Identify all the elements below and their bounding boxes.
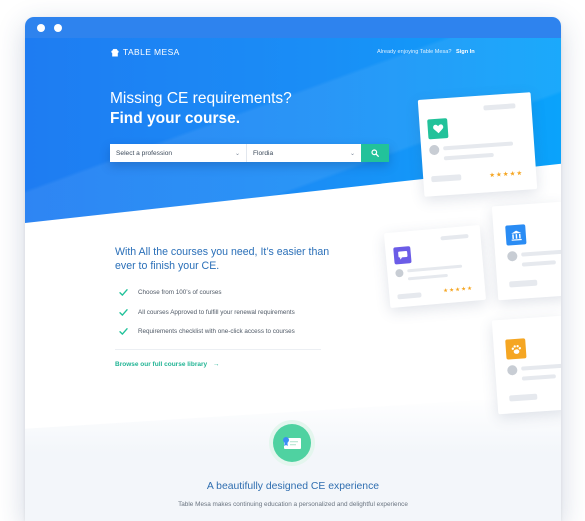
certificate-icon (283, 437, 301, 449)
list-item-label: Choose from 100’s of courses (138, 289, 222, 297)
card-bar (407, 264, 463, 273)
card-icon-tile (393, 246, 412, 265)
hero-subheadline: Find your course. (110, 110, 241, 127)
card-bar (443, 152, 494, 161)
list-item: Requirements checklist with one-click ac… (119, 322, 295, 342)
list-item-label: All courses Approved to fulfill your ren… (138, 308, 295, 316)
window-chrome (25, 17, 561, 38)
feature-checklist: Choose from 100’s of courses All courses… (119, 283, 295, 342)
feature-description: Table Mesa makes continuing education a … (178, 501, 408, 508)
card-bar (431, 174, 462, 183)
avatar (428, 144, 440, 156)
section-divider (115, 349, 321, 350)
card-bar (440, 233, 469, 241)
browser-window: TABLE MESA Already enjoying Table Mesa? … (25, 17, 561, 521)
chevron-down-icon: ⌄ (234, 150, 240, 157)
profession-select[interactable]: Select a profession ⌄ (110, 144, 247, 162)
course-card-3[interactable] (491, 201, 561, 301)
signin-prompt: Already enjoying Table Mesa? (377, 49, 452, 55)
course-search-bar: Select a profession ⌄ Flordia ⌄ (110, 144, 389, 162)
chat-icon (397, 251, 407, 260)
course-card-2[interactable]: ★★★★★ (383, 224, 487, 309)
card-icon-tile (505, 224, 527, 246)
search-button[interactable] (361, 144, 389, 162)
browse-library-link[interactable]: Browse our full course library → (115, 361, 219, 368)
feature-title: A beautifully designed CE experience (206, 481, 380, 492)
state-select[interactable]: Flordia ⌄ (247, 144, 361, 162)
chevron-down-icon: ⌄ (349, 150, 355, 157)
card-bar (521, 363, 561, 371)
card-bar (521, 374, 556, 381)
hero-headline: Missing CE requirements? (110, 90, 292, 107)
profession-select-value: Select a profession (116, 149, 173, 157)
heart-icon (432, 124, 443, 134)
card-bar (521, 260, 556, 267)
card-bar (521, 249, 561, 257)
avatar (506, 250, 518, 262)
state-select-value: Flordia (253, 149, 274, 157)
check-icon (119, 328, 128, 336)
window-dot-1[interactable] (37, 24, 45, 32)
rating-stars: ★★★★★ (442, 285, 474, 295)
list-item: Choose from 100’s of courses (119, 283, 295, 303)
browse-library-label: Browse our full course library (115, 361, 208, 368)
card-bar (509, 393, 538, 402)
paw-icon (511, 344, 521, 354)
list-item: All courses Approved to fulfill your ren… (119, 303, 295, 323)
chef-hat-icon (111, 48, 119, 56)
logo[interactable]: TABLE MESA (111, 47, 180, 57)
card-bar (509, 279, 538, 288)
check-icon (119, 289, 128, 297)
intro-heading: With All the courses you need, It’s easi… (115, 246, 330, 272)
card-icon-tile (505, 338, 527, 360)
search-icon (371, 149, 379, 157)
check-icon (119, 308, 128, 316)
card-bar (407, 273, 448, 281)
feature-icon-circle (273, 424, 311, 462)
card-bar (483, 103, 516, 111)
signin-link[interactable]: Sign In (456, 49, 475, 55)
card-bar (397, 292, 422, 300)
screenshot-stage: TABLE MESA Already enjoying Table Mesa? … (0, 0, 585, 521)
arrow-right-icon: → (212, 361, 220, 368)
avatar (395, 268, 404, 278)
list-item-label: Requirements checklist with one-click ac… (138, 328, 295, 336)
card-icon-tile (427, 118, 449, 140)
window-dot-2[interactable] (54, 24, 62, 32)
course-card-1[interactable]: ★★★★★ (417, 92, 538, 197)
rating-stars: ★★★★★ (488, 169, 524, 180)
logo-text: TABLE MESA (123, 47, 180, 57)
avatar (506, 364, 518, 376)
card-bar (443, 141, 514, 151)
course-card-4[interactable] (491, 315, 561, 415)
bank-icon (510, 230, 522, 241)
